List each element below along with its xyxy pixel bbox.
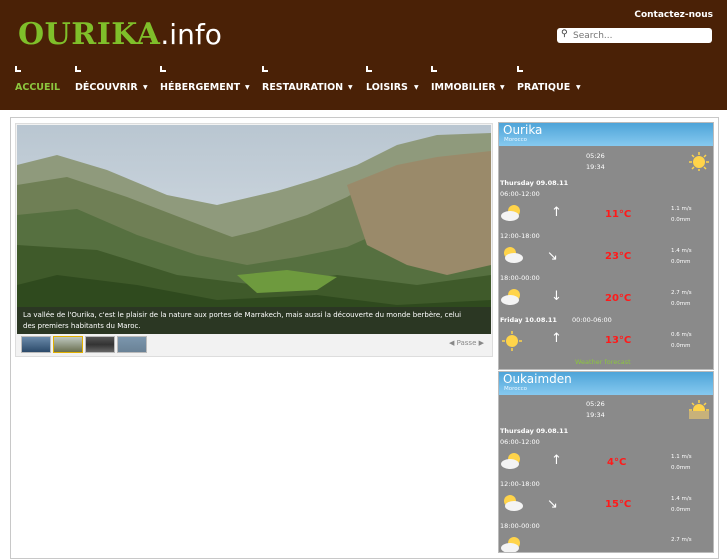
dropdown-arrow-icon: ▼ — [143, 84, 148, 91]
wind-speed: 1.4 m/s — [671, 248, 692, 254]
nav-label: HÉBERGEMENT — [160, 82, 241, 93]
precipitation: 0.0mm — [671, 301, 691, 307]
precipitation: 0.0mm — [671, 465, 691, 471]
nav-corner-marker — [517, 66, 523, 72]
dropdown-arrow-icon: ▼ — [500, 84, 505, 91]
slide-thumbnail[interactable] — [21, 336, 51, 353]
sunset-time: 19:34 — [586, 163, 605, 171]
precipitation: 0.0mm — [671, 507, 691, 513]
slide-image[interactable]: La vallée de l'Ourika, c'est le plaisir … — [17, 125, 491, 334]
forecast-period: 12:00-18:00 — [500, 480, 540, 488]
logo-tld: .info — [160, 18, 222, 51]
search-icon: ⚲ — [561, 29, 568, 39]
weather-widget-oukaimden: Oukaimden Morocco 05:26 19:34 Thursday 0… — [498, 371, 714, 553]
weather-header: Oukaimden Morocco — [499, 372, 713, 395]
forecast-temp: 11°C — [605, 209, 632, 220]
site-header: OURIKA.info Contactez-nous ⚲ ACCUEIL DÉC… — [0, 0, 727, 110]
site-logo[interactable]: OURIKA.info — [18, 17, 222, 52]
dropdown-arrow-icon: ▼ — [414, 84, 419, 91]
forecast-day: Friday 10.08.11 — [500, 316, 557, 324]
partly-cloudy-icon — [500, 203, 524, 227]
wind-arrow-icon: ↓ — [551, 289, 562, 304]
wind-arrow-icon: ↘ — [547, 497, 558, 512]
search-input[interactable] — [573, 28, 707, 43]
forecast-period: 12:00-18:00 — [500, 232, 540, 240]
sun-cloud-icon — [500, 244, 524, 268]
forecast-temp: 15°C — [605, 499, 632, 510]
image-slider: La vallée de l'Ourika, c'est le plaisir … — [15, 123, 493, 357]
sunrise-time: 05:26 — [586, 400, 605, 408]
forecast-day: Thursday 09.08.11 — [500, 427, 569, 435]
nav-corner-marker — [431, 66, 437, 72]
main-nav: ACCUEIL DÉCOUVRIR ▼ HÉBERGEMENT ▼ RESTAU… — [0, 66, 727, 96]
nav-corner-marker — [160, 66, 166, 72]
weather-forecast-link[interactable]: Weather forecast — [575, 358, 631, 366]
forecast-period: 00:00-06:00 — [572, 316, 612, 324]
wind-arrow-icon: ↑ — [551, 205, 562, 220]
partly-cloudy-icon — [500, 535, 524, 552]
sun-icon — [500, 331, 524, 355]
sun-cloud-icon — [500, 492, 524, 516]
search-box: ⚲ — [557, 28, 712, 43]
forecast-period: 18:00-00:00 — [500, 274, 540, 282]
nav-corner-marker — [366, 66, 372, 72]
precipitation: 0.0mm — [671, 343, 691, 349]
sunrise-time: 05:26 — [586, 152, 605, 160]
nav-corner-marker — [262, 66, 268, 72]
precipitation: 0.0mm — [671, 259, 691, 265]
dropdown-arrow-icon: ▼ — [348, 84, 353, 91]
weather-country: Morocco — [504, 386, 528, 392]
prev-arrow-icon[interactable]: ◀ — [449, 339, 454, 347]
nav-label: DÉCOUVRIR — [75, 82, 138, 93]
nav-label: PRATIQUE — [517, 82, 571, 93]
wind-arrow-icon: ↑ — [551, 331, 562, 346]
dropdown-arrow-icon: ▼ — [245, 84, 250, 91]
weather-header: Ourika Morocco — [499, 123, 713, 146]
slide-thumbnail[interactable] — [85, 336, 115, 353]
wind-speed: 1.1 m/s — [671, 206, 692, 212]
slide-caption: La vallée de l'Ourika, c'est le plaisir … — [17, 307, 491, 334]
forecast-period: 06:00-12:00 — [500, 190, 540, 198]
nav-corner-marker — [75, 66, 81, 72]
forecast-temp: 4°C — [607, 457, 627, 468]
partly-cloudy-icon — [500, 451, 524, 475]
wind-speed: 1.4 m/s — [671, 496, 692, 502]
partly-cloudy-icon — [500, 287, 524, 311]
next-arrow-icon[interactable]: ▶ — [479, 339, 484, 347]
sunset-time: 19:34 — [586, 411, 605, 419]
wind-speed: 2.7 m/s — [671, 537, 692, 543]
forecast-temp: 13°C — [605, 335, 632, 346]
nav-label: ACCUEIL — [15, 82, 61, 93]
wind-speed: 2.7 m/s — [671, 290, 692, 296]
wind-speed: 0.6 m/s — [671, 332, 692, 338]
weather-location: Ourika — [503, 123, 543, 137]
slide-thumbnail[interactable] — [53, 336, 83, 353]
nav-label: IMMOBILIER — [431, 82, 496, 93]
forecast-period: 06:00-12:00 — [500, 438, 540, 446]
slide-caption-text: La vallée de l'Ourika, c'est le plaisir … — [23, 311, 462, 330]
forecast-temp: 23°C — [605, 251, 632, 262]
wind-arrow-icon: ↑ — [551, 453, 562, 468]
precipitation: 0.0mm — [671, 217, 691, 223]
slider-pager: ◀ Passe ▶ — [449, 339, 484, 347]
sun-icon — [687, 399, 711, 423]
nav-label: LOISIRS — [366, 82, 408, 93]
weather-location: Oukaimden — [503, 372, 572, 386]
nav-corner-marker — [15, 66, 21, 72]
dropdown-arrow-icon: ▼ — [576, 84, 581, 91]
pause-label[interactable]: Passe — [457, 339, 477, 347]
wind-arrow-icon: ↘ — [547, 249, 558, 264]
slide-thumbnail[interactable] — [117, 336, 147, 353]
wind-speed: 1.1 m/s — [671, 454, 692, 460]
forecast-temp: 20°C — [605, 293, 632, 304]
forecast-period: 18:00-00:00 — [500, 522, 540, 530]
weather-widget-ourika: Ourika Morocco 05:26 19:34 Thursday 09.0… — [498, 122, 714, 370]
contact-link[interactable]: Contactez-nous — [634, 10, 713, 20]
logo-brand: OURIKA — [18, 17, 161, 52]
nav-label: RESTAURATION — [262, 82, 344, 93]
weather-country: Morocco — [504, 137, 528, 143]
forecast-day: Thursday 09.08.11 — [500, 179, 569, 187]
sun-icon — [687, 151, 711, 175]
